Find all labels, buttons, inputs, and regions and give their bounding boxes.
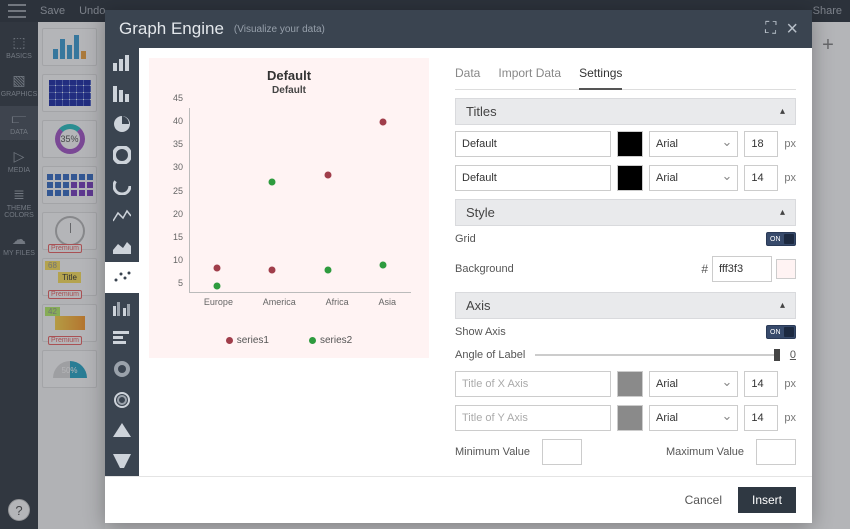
modal-title: Graph Engine xyxy=(119,19,224,39)
ct-dual-pie[interactable] xyxy=(105,354,139,385)
y-tick: 5 xyxy=(178,278,183,288)
title-color-swatch[interactable] xyxy=(617,131,643,157)
y-axis-color-swatch[interactable] xyxy=(617,405,643,431)
ct-funnel[interactable] xyxy=(105,446,139,476)
subtitle-input[interactable] xyxy=(455,165,611,191)
ct-hbar[interactable] xyxy=(105,323,139,354)
min-value-input[interactable] xyxy=(542,439,582,465)
y-tick: 40 xyxy=(173,116,183,126)
ct-bar[interactable] xyxy=(105,48,139,79)
data-point xyxy=(269,179,276,186)
background-label: Background xyxy=(455,263,514,275)
accordion-axis[interactable]: Axis▴ xyxy=(455,292,796,319)
tab-settings[interactable]: Settings xyxy=(579,60,622,90)
ct-scatter[interactable] xyxy=(105,262,139,293)
chevron-up-icon: ▴ xyxy=(780,106,785,117)
chevron-up-icon: ▴ xyxy=(780,300,785,311)
ct-area[interactable] xyxy=(105,231,139,262)
chart-card: Default Default 5 10 15 20 25 30 35 40 45 Europe… xyxy=(149,58,429,358)
y-axis-font-select[interactable] xyxy=(649,405,738,431)
settings-panel: Data Import Data Settings Titles▴ px xyxy=(439,48,812,476)
data-point xyxy=(213,264,220,271)
accordion-style[interactable]: Style▴ xyxy=(455,199,796,226)
modal-header: Graph Engine (Visualize your data) ⛶ × xyxy=(105,10,812,48)
tab-data[interactable]: Data xyxy=(455,60,480,89)
chart-preview-pane: Default Default 5 10 15 20 25 30 35 40 45 Europe… xyxy=(139,48,439,476)
background-swatch[interactable] xyxy=(776,259,796,279)
insert-button[interactable]: Insert xyxy=(738,487,796,513)
data-point xyxy=(324,172,331,179)
title-font-select[interactable] xyxy=(649,131,738,157)
x-axis-size-input[interactable] xyxy=(744,371,778,397)
accordion-titles[interactable]: Titles▴ xyxy=(455,98,796,125)
chart-title: Default xyxy=(149,58,429,83)
max-value-label: Maximum Value xyxy=(666,446,744,458)
px-unit: px xyxy=(784,172,796,184)
modal-subtitle: (Visualize your data) xyxy=(234,24,325,35)
px-unit: px xyxy=(784,378,796,390)
graph-engine-modal: Graph Engine (Visualize your data) ⛶ × xyxy=(105,10,812,523)
ct-gauge[interactable] xyxy=(105,170,139,201)
cancel-button[interactable]: Cancel xyxy=(685,493,722,507)
legend-item: series2 xyxy=(309,335,352,346)
y-tick: 15 xyxy=(173,232,183,242)
chart-subtitle: Default xyxy=(149,85,429,96)
title-input[interactable] xyxy=(455,131,611,157)
px-unit: px xyxy=(784,412,796,424)
chevron-up-icon: ▴ xyxy=(780,207,785,218)
title-size-input[interactable] xyxy=(744,131,778,157)
data-point xyxy=(324,266,331,273)
grid-toggle[interactable]: ON xyxy=(766,232,796,246)
plot-area xyxy=(189,108,411,293)
data-point xyxy=(380,118,387,125)
background-hex-input[interactable] xyxy=(712,256,772,282)
tab-import-data[interactable]: Import Data xyxy=(498,60,561,89)
y-tick: 10 xyxy=(173,255,183,265)
ct-pyramid[interactable] xyxy=(105,415,139,446)
data-point xyxy=(213,283,220,290)
y-axis-size-input[interactable] xyxy=(744,405,778,431)
ct-radial[interactable] xyxy=(105,384,139,415)
chart-type-bar xyxy=(105,48,139,476)
px-unit: px xyxy=(784,138,796,150)
x-axis-font-select[interactable] xyxy=(649,371,738,397)
x-tick: America xyxy=(263,297,296,313)
angle-label: Angle of Label xyxy=(455,349,525,361)
max-value-input[interactable] xyxy=(756,439,796,465)
hash-symbol: # xyxy=(701,262,708,276)
grid-label: Grid xyxy=(455,233,476,245)
ct-bar-desc[interactable] xyxy=(105,79,139,110)
y-tick: 35 xyxy=(173,139,183,149)
x-tick: Europe xyxy=(204,297,233,313)
modal-footer: Cancel Insert xyxy=(105,476,812,523)
show-axis-label: Show Axis xyxy=(455,326,506,338)
ct-grouped-bar[interactable] xyxy=(105,293,139,324)
y-tick: 20 xyxy=(173,209,183,219)
min-value-label: Minimum Value xyxy=(455,446,530,458)
data-point xyxy=(269,266,276,273)
y-tick: 30 xyxy=(173,162,183,172)
subtitle-color-swatch[interactable] xyxy=(617,165,643,191)
angle-slider[interactable] xyxy=(535,354,780,356)
y-axis-title-input[interactable] xyxy=(455,405,611,431)
subtitle-size-input[interactable] xyxy=(744,165,778,191)
angle-value: 0 xyxy=(790,349,796,361)
ct-line[interactable] xyxy=(105,201,139,232)
legend-item: series1 xyxy=(226,335,269,346)
close-icon[interactable]: × xyxy=(786,18,798,41)
ct-pie[interactable] xyxy=(105,109,139,140)
y-tick: 25 xyxy=(173,186,183,196)
show-axis-toggle[interactable]: ON xyxy=(766,325,796,339)
subtitle-font-select[interactable] xyxy=(649,165,738,191)
y-tick: 45 xyxy=(173,93,183,103)
data-point xyxy=(380,262,387,269)
ct-donut[interactable] xyxy=(105,140,139,171)
x-tick: Africa xyxy=(326,297,349,313)
x-axis-title-input[interactable] xyxy=(455,371,611,397)
x-tick: Asia xyxy=(379,297,397,313)
x-axis-color-swatch[interactable] xyxy=(617,371,643,397)
expand-icon[interactable]: ⛶ xyxy=(765,20,776,38)
